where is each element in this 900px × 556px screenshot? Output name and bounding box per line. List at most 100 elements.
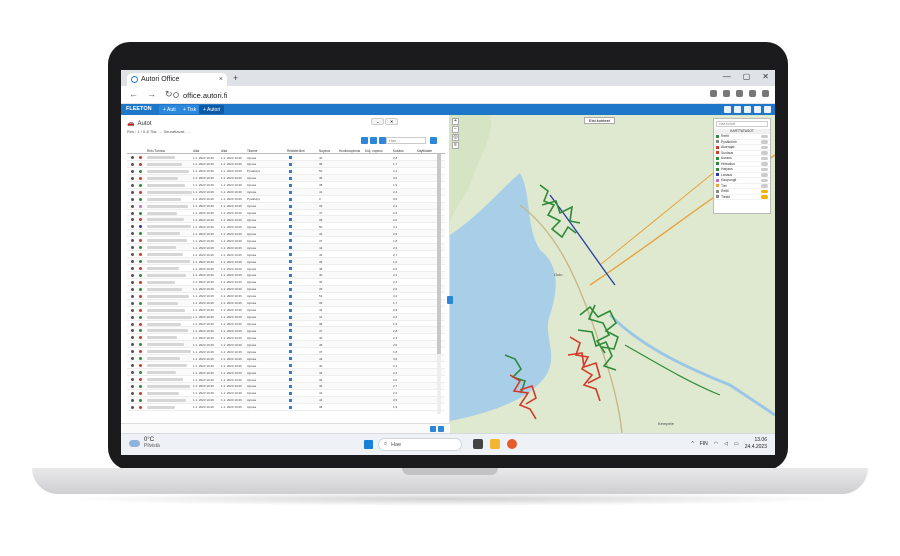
table-row[interactable]: 1.1. 2023 10:26 1.1. 2023 10:26 Ajossa 39 2,…	[127, 376, 445, 383]
zoom-out-button[interactable]: −	[452, 126, 459, 133]
col-header[interactable]: Käyttöaste	[417, 149, 432, 153]
col-header[interactable]: Kulutus	[393, 149, 404, 153]
col-header[interactable]: Huoltosopimus	[339, 149, 360, 153]
tab-close-icon[interactable]: ×	[219, 76, 223, 83]
table-row[interactable]: 1.1. 2023 10:26 1.1. 2023 10:26 Ajossa 38 1,…	[127, 321, 445, 328]
windows-start-icon[interactable]	[364, 440, 373, 449]
table-row[interactable]: 1.1. 2023 10:26 1.1. 2023 10:26 Ajossa 44 2,…	[127, 230, 445, 238]
taskbar-search[interactable]: ⌕ Hae	[378, 438, 462, 451]
close-panel-button[interactable]: ✕	[385, 118, 399, 125]
table-row[interactable]: 1.1. 2023 10:26 1.1. 2023 10:26 Ajossa 42 2,…	[127, 244, 445, 252]
back-button[interactable]: ←	[129, 89, 138, 100]
table-row[interactable]: 1.1. 2023 10:26 1.1. 2023 10:26 Ajossa 51 3,…	[127, 293, 445, 300]
table-row[interactable]: 1.1. 2023 10:26 1.1. 2023 10:26 Ajossa 44 2,…	[127, 396, 445, 404]
reload-button[interactable]: ↻	[165, 89, 173, 100]
layer-item[interactable]: Tiestö	[714, 195, 770, 200]
table-row[interactable]: 1.1. 2023 10:26 1.1. 2023 10:26 Ajossa 49 3,…	[127, 355, 445, 363]
table-row[interactable]: 1.1. 2023 10:26 1.1. 2023 10:26 Ajossa 36 1,…	[127, 160, 445, 168]
layer-toggle[interactable]	[761, 189, 768, 193]
new-tab-button[interactable]: +	[233, 73, 238, 83]
list-scrollbar[interactable]	[437, 154, 441, 414]
extensions-icon[interactable]	[736, 90, 743, 97]
language-indicator[interactable]: FIN	[700, 441, 708, 447]
columns-icon[interactable]	[370, 137, 377, 144]
firefox-icon[interactable]	[507, 439, 517, 449]
table-row[interactable]: 1.1. 2023 10:26 1.1. 2023 10:26 Ajossa 45 3,…	[127, 174, 445, 182]
notification-icon[interactable]	[724, 106, 731, 113]
table-row[interactable]: 1.1. 2023 10:26 1.1. 2023 10:26 Ajossa 44 2,…	[127, 307, 445, 314]
table-row[interactable]: 1.1. 2023 10:26 1.1. 2023 10:26 Ajossa 41 2,…	[127, 188, 445, 196]
table-row[interactable]: 1.1. 2023 10:26 1.1. 2023 10:26 Ajossa 37 1,…	[127, 348, 445, 356]
col-header[interactable]: Aika	[221, 149, 227, 153]
col-header[interactable]: Kulj. nopeus	[365, 149, 383, 153]
close-window-button[interactable]: ✕	[762, 72, 769, 81]
table-row[interactable]: 1.1. 2023 10:26 1.1. 2023 10:26 Ajossa 35 1,…	[127, 258, 445, 265]
layer-toggle[interactable]	[761, 151, 768, 155]
layer-toggle[interactable]	[761, 145, 768, 149]
settings-icon[interactable]	[744, 106, 751, 113]
layer-search-input[interactable]: Hae kohde	[716, 121, 768, 127]
col-header[interactable]: Rek./Tunnus	[147, 149, 165, 153]
locate-icon[interactable]: ◎	[452, 134, 459, 141]
page-prev-button[interactable]	[430, 426, 436, 432]
table-row[interactable]: 1.1. 2023 10:26 1.1. 2023 10:26 Ajossa 45 2,…	[127, 341, 445, 349]
table-row[interactable]: 1.1. 2023 10:26 1.1. 2023 10:26 Ajossa 43 2,…	[127, 369, 445, 376]
table-row[interactable]: 1.1. 2023 10:26 1.1. 2023 10:26 Ajossa 47 2,…	[127, 327, 445, 335]
bookmark-icon[interactable]	[723, 90, 730, 97]
user-icon[interactable]	[754, 106, 761, 113]
layer-toggle[interactable]	[761, 184, 768, 188]
layer-toggle[interactable]	[761, 162, 768, 166]
table-row[interactable]: 1.1. 2023 10:26 1.1. 2023 10:26 Ajossa 40 2,…	[127, 271, 445, 279]
battery-icon[interactable]: ▭	[734, 441, 739, 447]
table-row[interactable]: 1.1. 2023 10:26 1.1. 2023 10:26 Ajossa 42 2,…	[127, 334, 445, 342]
table-row[interactable]: 1.1. 2023 10:26 1.1. 2023 10:26 Ajossa 40 2,…	[127, 154, 445, 161]
ruler-icon[interactable]: ≡	[452, 142, 459, 149]
app-tab-1[interactable]: + Auti	[159, 105, 180, 114]
profile-icon[interactable]	[749, 90, 756, 97]
col-header[interactable]: Aika	[193, 149, 199, 153]
file-explorer-icon[interactable]	[490, 439, 500, 449]
logout-icon[interactable]	[764, 106, 771, 113]
browser-tab[interactable]: Autori Office ×	[127, 73, 227, 86]
layer-toggle[interactable]	[761, 195, 768, 199]
layer-toggle[interactable]	[761, 178, 768, 182]
volume-icon[interactable]: ◁	[724, 441, 728, 447]
site-info-icon[interactable]	[173, 92, 179, 98]
table-row[interactable]: 1.1. 2023 10:26 1.1. 2023 10:26 Ajossa 41 2,…	[127, 313, 445, 321]
table-row[interactable]: 1.1. 2023 10:26 1.1. 2023 10:26 Ajossa 46 2,…	[127, 382, 445, 390]
col-header[interactable]: Rekisteröinti	[287, 149, 305, 153]
layer-toggle[interactable]	[761, 140, 768, 144]
table-row[interactable]: 1.1. 2023 10:26 1.1. 2023 10:26 Ajossa 39 2,…	[127, 216, 445, 224]
table-row[interactable]: 1.1. 2023 10:26 1.1. 2023 10:26 Ajossa 46 2,…	[127, 251, 445, 259]
page-next-button[interactable]	[438, 426, 444, 432]
table-row[interactable]: 1.1. 2023 10:26 1.1. 2023 10:26 Ajossa 43 2,…	[127, 279, 445, 286]
table-row[interactable]: 1.1. 2023 10:26 1.1. 2023 10:26 Ajossa 47 2,…	[127, 210, 445, 217]
chevron-up-icon[interactable]: ^	[691, 441, 693, 447]
col-header[interactable]: Nopeus	[319, 149, 330, 153]
table-row[interactable]: 1.1. 2023 10:26 1.1. 2023 10:26 Ajossa 39 2,…	[127, 285, 445, 293]
table-row[interactable]: 1.1. 2023 10:26 1.1. 2023 10:26 Ajossa 48 2,…	[127, 265, 445, 272]
table-row[interactable]: 1.1. 2023 10:26 1.1. 2023 10:26 Pysähdys 0 0…	[127, 196, 445, 203]
table-row[interactable]: 1.1. 2023 10:26 1.1. 2023 10:26 Ajossa 37 1,…	[127, 237, 445, 245]
url-field[interactable]: office.autori.fi	[173, 88, 693, 102]
table-row[interactable]: 1.1. 2023 10:26 1.1. 2023 10:26 Ajossa 41 2,…	[127, 390, 445, 397]
menu-icon[interactable]	[762, 90, 769, 97]
map-view[interactable]: + − ◎ ≡ Etsi kohteet Oulu Kempele Hae ko…	[450, 115, 775, 433]
table-row[interactable]: 1.1. 2023 10:26 1.1. 2023 10:26 Ajossa 40 2,…	[127, 362, 445, 370]
forward-button[interactable]: →	[147, 89, 156, 100]
share-icon[interactable]	[710, 90, 717, 97]
filter-icon[interactable]	[379, 137, 386, 144]
weather-widget[interactable]: 0°C Pilvistä	[129, 437, 160, 449]
zoom-in-button[interactable]: +	[452, 118, 459, 125]
clock[interactable]: 13.06 24.4.2023	[745, 437, 767, 451]
export-icon[interactable]	[361, 137, 368, 144]
expand-button[interactable]: ⌄	[371, 118, 385, 125]
help-icon[interactable]	[734, 106, 741, 113]
layer-toggle[interactable]	[761, 173, 768, 177]
wifi-icon[interactable]: ◠	[714, 441, 718, 447]
panel-splitter-handle[interactable]	[447, 296, 453, 304]
list-search-input[interactable]: Hae…	[386, 137, 426, 144]
table-row[interactable]: 1.1. 2023 10:26 1.1. 2023 10:26 Ajossa 38 1,…	[127, 404, 445, 411]
map-search-chip[interactable]: Etsi kohteet	[584, 117, 615, 124]
table-row[interactable]: 1.1. 2023 10:26 1.1. 2023 10:26 Ajossa 33 2,…	[127, 202, 445, 210]
